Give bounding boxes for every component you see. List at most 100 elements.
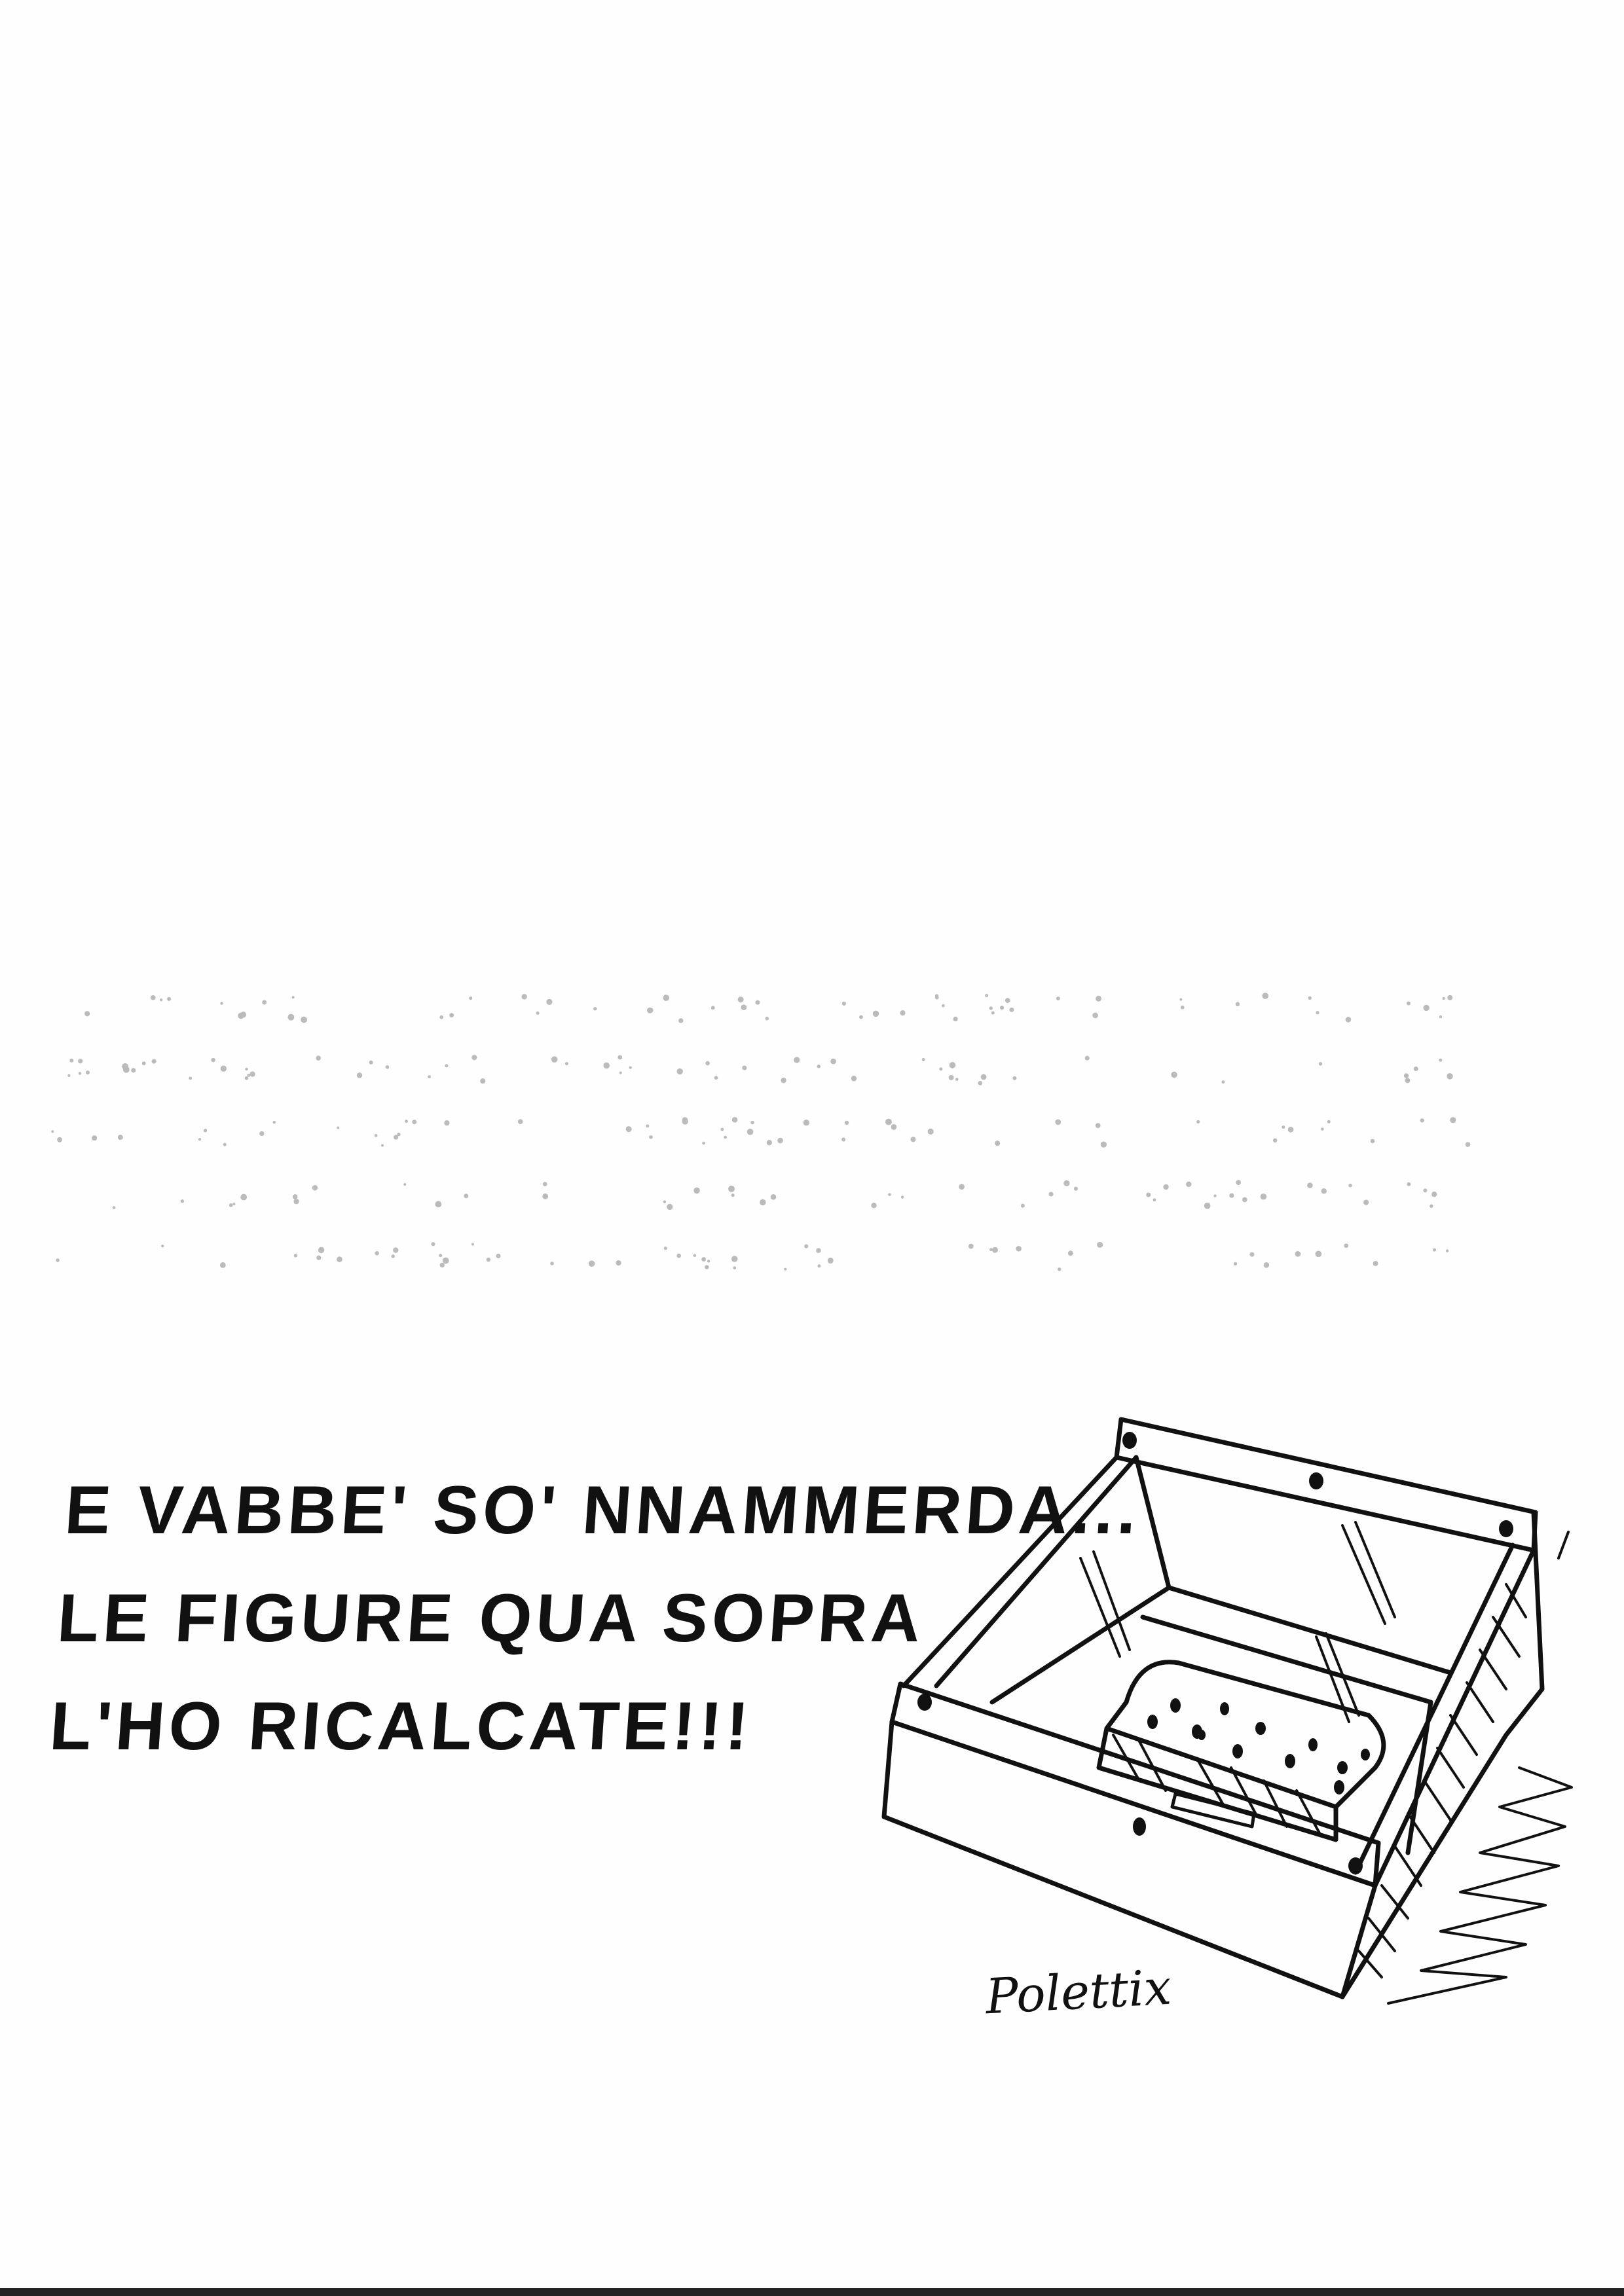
caption-line: LE FIGURE QUA SOPRA — [54, 1580, 927, 1656]
faint-dot — [1196, 1120, 1200, 1124]
faint-dot — [1315, 1250, 1322, 1258]
faint-dot — [223, 1142, 227, 1146]
faint-dot — [859, 1015, 863, 1019]
faint-dot — [405, 1120, 408, 1123]
faint-dot — [827, 1257, 834, 1264]
faint-dot — [646, 1124, 650, 1128]
faint-dot — [1407, 1001, 1411, 1006]
faint-dot — [955, 1078, 959, 1081]
faint-dot — [1308, 996, 1312, 1000]
faint-dot — [830, 1058, 836, 1065]
faint-dot — [232, 1202, 236, 1206]
faint-dot — [1204, 1202, 1211, 1209]
faint-dot — [67, 1074, 71, 1077]
faint-dot — [1163, 1184, 1169, 1190]
faint-dot — [1465, 1142, 1471, 1147]
faint-dot — [927, 1128, 934, 1135]
faint-dot — [412, 1120, 417, 1125]
faint-dot — [439, 1254, 443, 1258]
faint-dot — [189, 1076, 193, 1080]
faint-dot — [1262, 993, 1269, 1000]
faint-dot — [1221, 1080, 1225, 1084]
faint-dot — [1321, 1127, 1324, 1131]
caption: E VABBE' SO' NNAMMERDA... LE FIGURE QUA … — [46, 1457, 1145, 1781]
faint-dot — [693, 1187, 700, 1194]
faint-dot — [337, 1256, 342, 1262]
faint-dot — [1057, 1267, 1061, 1271]
faint-dot — [393, 1135, 399, 1140]
faint-dot — [85, 1070, 90, 1075]
faint-dot — [1363, 1199, 1369, 1205]
faint-dot — [731, 1194, 735, 1197]
faint-dot — [804, 1244, 809, 1248]
faint-dot — [496, 1253, 501, 1258]
faint-dot — [1171, 1071, 1177, 1078]
faint-dot — [167, 996, 172, 1001]
faint-dot — [542, 1182, 547, 1187]
faint-dot — [885, 1118, 892, 1125]
faint-dot — [1420, 1118, 1424, 1123]
faint-dot — [78, 1072, 82, 1075]
faint-dot — [1084, 1055, 1090, 1061]
faint-dot — [1431, 1192, 1437, 1197]
caption-line: L'HO RICALCATE!!! — [47, 1688, 755, 1764]
faint-dot — [287, 1013, 295, 1021]
faint-dot — [1095, 1123, 1101, 1129]
faint-dot — [682, 1117, 688, 1123]
faint-dot — [741, 1004, 747, 1011]
faint-dot — [817, 1264, 821, 1268]
faint-dot — [1403, 1073, 1409, 1078]
faint-dot — [464, 1194, 469, 1199]
faint-dot — [229, 1203, 233, 1207]
faint-dot — [220, 1002, 223, 1005]
faint-dot — [720, 1127, 724, 1131]
faint-dot — [180, 1199, 185, 1203]
faint-dot — [211, 1057, 215, 1063]
faint-dot — [471, 1243, 474, 1246]
faint-dot — [112, 1206, 116, 1209]
faint-dot — [51, 1130, 54, 1133]
faint-dot — [131, 1068, 136, 1073]
faint-dot — [991, 1011, 995, 1015]
faint-dot — [593, 1007, 597, 1011]
faint-dot — [784, 1267, 787, 1271]
comic-page: E VABBE' SO' NNAMMERDA... LE FIGURE QUA … — [0, 0, 1624, 2296]
faint-dots — [51, 993, 1471, 1271]
faint-dot — [159, 998, 163, 1002]
faint-dot — [616, 1260, 621, 1266]
faint-dot — [1235, 1002, 1240, 1007]
faint-dot — [678, 1018, 684, 1023]
faint-dot — [728, 1185, 735, 1192]
faint-dot — [259, 1131, 265, 1137]
faint-dot — [629, 1066, 632, 1069]
faint-dot — [469, 996, 473, 1000]
faint-dot — [1100, 1141, 1107, 1148]
caption-line: E VABBE' SO' NNAMMERDA... — [62, 1472, 1143, 1548]
faint-dot — [536, 1011, 540, 1015]
faint-dot — [949, 1062, 956, 1068]
faint-dot — [449, 1013, 454, 1018]
faint-dot — [1073, 1186, 1079, 1191]
faint-dot — [1447, 1073, 1453, 1080]
faint-dot — [1179, 998, 1183, 1001]
faint-dot — [318, 1247, 325, 1254]
faint-dot — [91, 1135, 98, 1141]
faint-dot — [1439, 1058, 1443, 1062]
faint-dot — [760, 1199, 766, 1206]
faint-dot — [1373, 1260, 1378, 1266]
faint-dot — [1445, 1249, 1449, 1252]
faint-dot — [219, 1262, 226, 1268]
faint-dot — [900, 1010, 906, 1016]
faint-dot — [198, 1138, 202, 1141]
faint-dot — [1442, 996, 1445, 1000]
faint-dot — [385, 1065, 390, 1069]
faint-dot — [841, 1137, 846, 1142]
faint-dot — [803, 1120, 810, 1126]
faint-dot — [676, 1068, 683, 1075]
faint-dot — [117, 1135, 123, 1140]
faint-dot — [1233, 1262, 1238, 1266]
scan-edge — [0, 2288, 1624, 2296]
faint-dot — [603, 1062, 610, 1069]
faint-dot — [1249, 1252, 1255, 1257]
faint-dot — [247, 1074, 251, 1077]
